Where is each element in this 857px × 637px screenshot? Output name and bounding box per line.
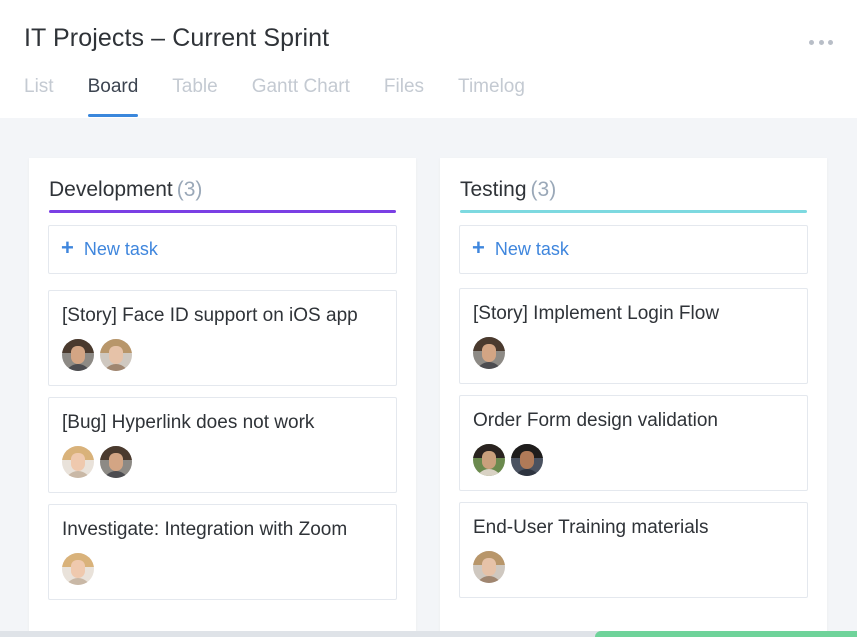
dot-icon <box>818 39 824 45</box>
column-header: Testing (3) <box>460 178 807 214</box>
avatar[interactable] <box>473 337 505 369</box>
task-card[interactable]: Investigate: Integration with Zoom <box>48 504 397 600</box>
tab-board[interactable]: Board <box>87 76 138 118</box>
task-title: Order Form design validation <box>473 410 718 431</box>
column-title: Testing <box>460 178 527 201</box>
column-count: (3) <box>530 178 557 201</box>
task-title: End-User Training materials <box>473 517 709 538</box>
assignee-list <box>62 446 138 478</box>
tab-gantt-chart[interactable]: Gantt Chart <box>252 76 350 118</box>
avatar[interactable] <box>511 444 543 476</box>
assignee-list <box>473 444 549 476</box>
avatar[interactable] <box>473 551 505 583</box>
task-title: [Bug] Hyperlink does not work <box>62 412 315 433</box>
avatar[interactable] <box>473 444 505 476</box>
task-card[interactable]: End-User Training materials <box>459 502 808 598</box>
bottom-progress-indicator <box>595 631 857 637</box>
column-accent-bar <box>460 210 807 213</box>
task-title: Investigate: Integration with Zoom <box>62 519 348 540</box>
tab-files[interactable]: Files <box>384 76 424 118</box>
column-count: (3) <box>176 178 203 201</box>
new-task-button[interactable]: + New task <box>459 225 808 274</box>
more-options-icon[interactable] <box>809 38 833 46</box>
task-title: [Story] Face ID support on iOS app <box>62 305 358 326</box>
assignee-list <box>473 337 511 369</box>
column-header: Development (3) <box>49 178 396 214</box>
avatar[interactable] <box>100 446 132 478</box>
avatar[interactable] <box>62 339 94 371</box>
task-card[interactable]: [Story] Face ID support on iOS app <box>48 290 397 386</box>
plus-icon: + <box>472 235 485 260</box>
new-task-label: New task <box>494 239 569 259</box>
plus-icon: + <box>61 235 74 260</box>
new-task-label: New task <box>83 239 158 259</box>
page-title: IT Projects – Current Sprint <box>24 24 330 52</box>
assignee-list <box>62 553 100 585</box>
task-card[interactable]: [Story] Implement Login Flow <box>459 288 808 384</box>
column-accent-bar <box>49 210 396 213</box>
new-task-button[interactable]: + New task <box>48 225 397 274</box>
dot-icon <box>828 39 833 45</box>
task-card[interactable]: [Bug] Hyperlink does not work <box>48 397 397 493</box>
dot-icon <box>809 39 814 45</box>
tab-list[interactable]: List <box>24 76 54 118</box>
assignee-list <box>473 551 511 583</box>
column-title: Development <box>49 178 173 201</box>
avatar[interactable] <box>100 339 132 371</box>
tab-table[interactable]: Table <box>172 76 217 118</box>
assignee-list <box>62 339 138 371</box>
tab-timelog[interactable]: Timelog <box>458 76 525 118</box>
board-column-testing: Testing (3) + New task [Story] Implement … <box>440 158 827 637</box>
project-header: IT Projects – Current Sprint List Board … <box>0 0 857 118</box>
task-title: [Story] Implement Login Flow <box>473 303 720 324</box>
board-column-development: Development (3) + New task [Story] Face I… <box>29 158 416 637</box>
view-tabs: List Board Table Gantt Chart Files Timel… <box>24 76 559 118</box>
avatar[interactable] <box>62 553 94 585</box>
avatar[interactable] <box>62 446 94 478</box>
task-card[interactable]: Order Form design validation <box>459 395 808 491</box>
